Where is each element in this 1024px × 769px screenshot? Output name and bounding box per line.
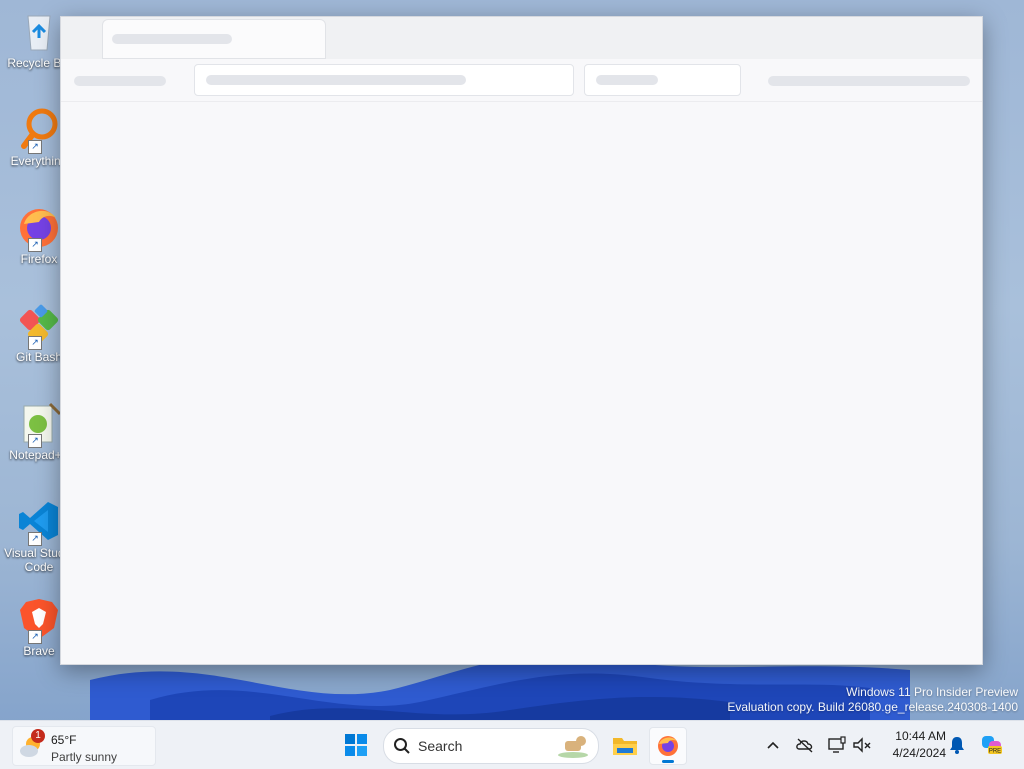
start-icon — [345, 734, 367, 756]
search-box-skeleton-text — [596, 75, 658, 85]
window-tab-strip — [61, 17, 982, 59]
start-button[interactable] — [338, 727, 374, 763]
shortcut-arrow-icon: ↗ — [28, 434, 42, 448]
shortcut-arrow-icon: ↗ — [28, 532, 42, 546]
search-icon — [394, 738, 410, 754]
clock-time: 10:44 AM — [895, 729, 946, 743]
brave-icon: ↗ — [16, 596, 62, 644]
recycle-bin-icon — [16, 8, 62, 54]
onedrive-offline-icon[interactable] — [795, 735, 815, 755]
address-bar-skeleton[interactable] — [194, 64, 574, 96]
shortcut-arrow-icon: ↗ — [28, 238, 42, 252]
weather-widget[interactable]: 1 65°F Partly sunny — [12, 726, 156, 766]
search-highlight-illustration-icon — [558, 736, 588, 758]
toolbar-skeleton-right — [768, 76, 970, 86]
desktop-icon-label: Git Bash — [15, 350, 63, 364]
window-toolbar-skeleton — [61, 59, 982, 102]
browser-tab-placeholder[interactable] — [102, 19, 326, 59]
watermark-line-2: Evaluation copy. Build 26080.ge_release.… — [727, 700, 1018, 714]
taskbar: 1 65°F Partly sunny Search 10:44 AM 4/24… — [0, 720, 1024, 769]
audio-muted-icon[interactable] — [852, 735, 872, 755]
shortcut-arrow-icon: ↗ — [28, 336, 42, 350]
git-bash-icon: ↗ — [16, 302, 62, 350]
desktop-icon-label: Brave — [23, 644, 55, 658]
notification-bell-icon[interactable] — [947, 735, 967, 755]
clock-date: 4/24/2024 — [892, 746, 946, 760]
active-app-indicator — [662, 760, 674, 763]
system-clock[interactable]: 10:44 AM 4/24/2024 — [880, 728, 946, 762]
shortcut-arrow-icon: ↗ — [28, 630, 42, 644]
search-label: Search — [418, 738, 463, 754]
file-explorer-icon — [613, 738, 637, 755]
search-box-skeleton[interactable] — [584, 64, 741, 96]
address-bar-skeleton-text — [206, 75, 466, 85]
display-icon[interactable] — [827, 735, 847, 755]
copilot-pre-icon[interactable]: PRE — [980, 733, 1004, 757]
desktop-icon-label: Everything — [10, 154, 68, 168]
tab-title-skeleton — [112, 34, 232, 44]
watermark-line-1: Windows 11 Pro Insider Preview — [846, 685, 1018, 699]
taskbar-search[interactable]: Search — [383, 728, 599, 764]
shortcut-arrow-icon: ↗ — [28, 140, 42, 154]
copilot-pre-label: PRE — [989, 749, 1001, 755]
weather-notification-badge: 1 — [31, 729, 45, 743]
chevron-up-icon[interactable] — [763, 735, 783, 755]
firefox-icon: ↗ — [16, 204, 62, 252]
firefox-taskbar-button[interactable] — [649, 727, 687, 765]
notepad-plus-plus-icon: ↗ — [16, 400, 62, 448]
everything-search-icon: ↗ — [16, 106, 62, 154]
weather-condition: Partly sunny — [51, 750, 118, 764]
weather-temp: 65°F — [51, 733, 77, 747]
firefox-icon — [658, 736, 678, 756]
windows-watermark: Windows 11 Pro Insider Preview Evaluatio… — [727, 685, 1018, 715]
vscode-icon: ↗ — [16, 498, 62, 546]
file-explorer-button[interactable] — [607, 727, 643, 763]
toolbar-skeleton-left — [74, 76, 166, 86]
browser-window-loading[interactable] — [60, 16, 983, 665]
desktop-icon-label: Firefox — [20, 252, 58, 266]
